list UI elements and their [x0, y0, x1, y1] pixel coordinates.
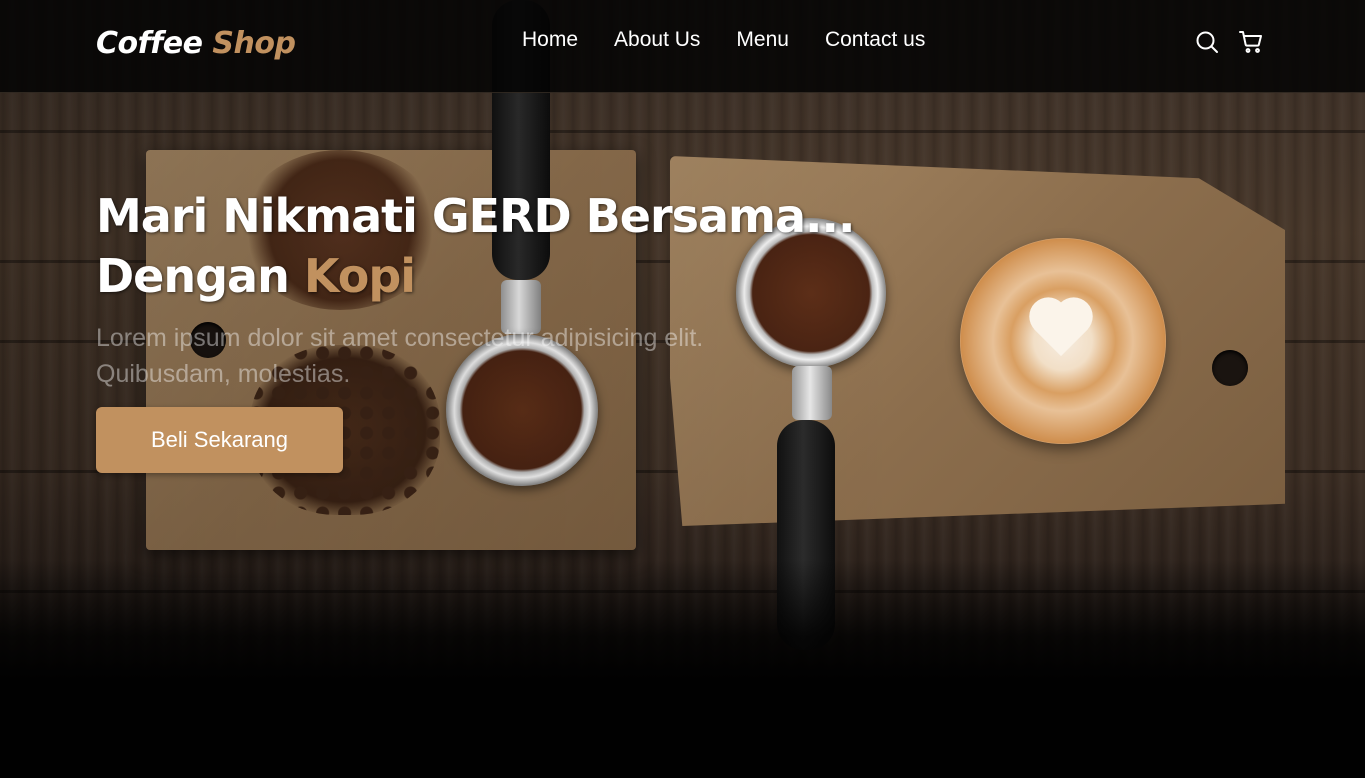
site-logo[interactable]: Coffee Shop [96, 26, 296, 61]
hero-description-line2: Quibusdam, molestias. [96, 360, 351, 388]
hero-title-line1: Mari Nikmati GERD Bersama... [96, 189, 855, 243]
logo-text-coffee: Coffee [96, 26, 203, 61]
board-hole [1212, 350, 1248, 386]
hero-description-line1: Lorem ipsum dolor sit amet consectetur a… [96, 324, 704, 352]
cart-icon[interactable] [1239, 30, 1263, 54]
nav-link-contact-us[interactable]: Contact us [825, 28, 925, 52]
nav-link-menu[interactable]: Menu [736, 28, 789, 52]
logo-text-shop: Shop [212, 26, 296, 61]
hero-title-accent: Kopi [303, 249, 416, 303]
nav-links: Home About Us Menu Contact us [522, 28, 925, 52]
hero-title-line2-prefix: Dengan [96, 249, 290, 303]
nav-icons [1195, 30, 1263, 54]
hero-description: Lorem ipsum dolor sit amet consectetur a… [96, 320, 796, 392]
latte-art-heart [1028, 300, 1094, 360]
navbar: Coffee Shop Home About Us Menu Contact u… [0, 0, 1365, 93]
nav-link-about-us[interactable]: About Us [614, 28, 700, 52]
nav-link-home[interactable]: Home [522, 28, 578, 52]
search-icon[interactable] [1195, 30, 1219, 54]
hero-title: Mari Nikmati GERD Bersama... Dengan Kopi [96, 186, 856, 306]
buy-now-button[interactable]: Beli Sekarang [96, 407, 343, 473]
